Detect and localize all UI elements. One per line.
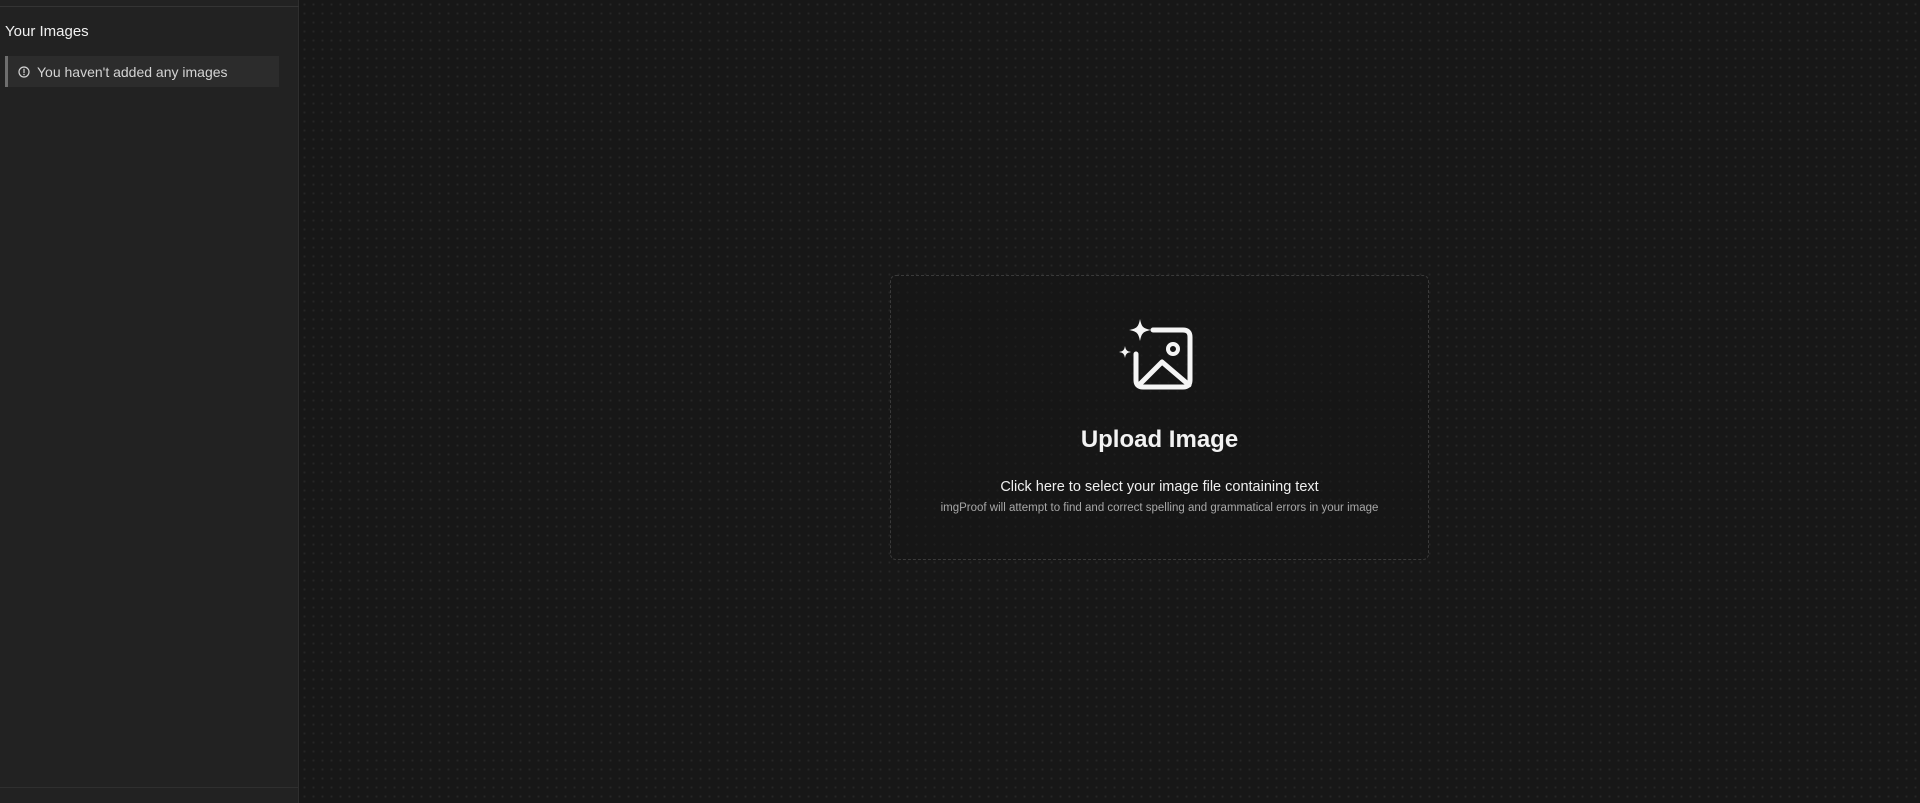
sidebar: Your Images You haven't added any images bbox=[0, 0, 299, 803]
sidebar-bottom-divider bbox=[0, 787, 299, 788]
sidebar-title: Your Images bbox=[5, 23, 89, 40]
main-canvas: Upload Image Click here to select your i… bbox=[300, 0, 1920, 803]
upload-dropzone[interactable]: Upload Image Click here to select your i… bbox=[890, 275, 1429, 560]
upload-hint: imgProof will attempt to find and correc… bbox=[940, 502, 1379, 514]
upload-subtitle: Click here to select your image file con… bbox=[1000, 479, 1319, 495]
sidebar-top-divider bbox=[0, 6, 299, 7]
info-circle-icon bbox=[18, 65, 30, 78]
image-sparkle-icon bbox=[1117, 316, 1195, 394]
empty-images-notice: You haven't added any images bbox=[5, 56, 279, 87]
upload-title: Upload Image bbox=[1080, 426, 1239, 453]
app-window: Your Images You haven't added any images bbox=[0, 0, 1920, 803]
empty-images-message: You haven't added any images bbox=[37, 63, 228, 80]
